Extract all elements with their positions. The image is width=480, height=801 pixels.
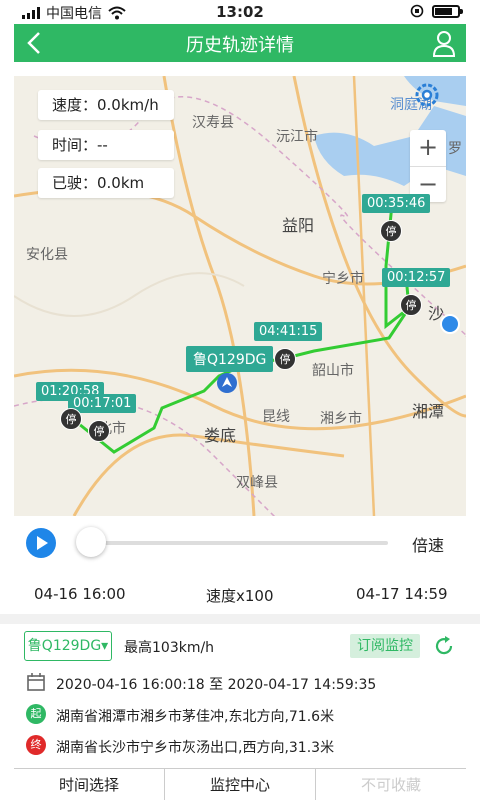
map-place-label: 宁乡市 <box>322 271 364 287</box>
map-place-label: 益阳 <box>282 216 315 235</box>
map-place-label: 韶山市 <box>312 363 354 379</box>
section-divider <box>0 614 480 624</box>
timeline-row: 04-16 16:00 速度x100 04-17 14:59 <box>0 580 480 610</box>
refresh-icon[interactable] <box>432 634 456 658</box>
zoom-control: + − <box>410 130 446 202</box>
nav-bar: 历史轨迹详情 <box>14 24 466 62</box>
map-place-label: 双峰县 <box>236 475 278 491</box>
tab-favorite-disabled: 不可收藏 <box>315 769 466 800</box>
stop-marker[interactable]: 停 <box>400 294 422 316</box>
map-place-label: 娄底 <box>204 426 237 445</box>
track-time-label: 04:41:15 <box>254 322 323 341</box>
stop-marker[interactable]: 停 <box>88 420 110 442</box>
orientation-lock-icon <box>410 4 424 18</box>
bottom-tab-bar: 时间选择 监控中心 不可收藏 <box>14 768 466 800</box>
page-title: 历史轨迹详情 <box>186 35 294 56</box>
vehicle-position-icon[interactable] <box>216 372 238 394</box>
playback-slider-track[interactable] <box>86 541 388 545</box>
status-bar: 中国电信 13:02 <box>0 0 480 24</box>
end-location-row: 终 湖南省长沙市宁乡市灰汤出口,西方向,31.3米 <box>0 732 480 760</box>
time-readout: 时间：-- <box>38 130 174 160</box>
max-speed: 最高103km/h <box>124 640 215 656</box>
date-range-row: 2020-04-16 16:00:18 至 2020-04-17 14:59:3… <box>0 669 480 697</box>
timeline-start: 04-16 16:00 <box>34 585 126 603</box>
vehicle-plate-label: 鲁Q129DG <box>186 346 274 372</box>
end-badge: 终 <box>26 735 46 755</box>
tab-monitor-center[interactable]: 监控中心 <box>164 769 315 800</box>
playback-bar: 倍速 <box>0 516 480 570</box>
start-badge: 起 <box>26 704 46 724</box>
map-place-label: 湘潭 <box>412 402 445 421</box>
map-place-label: 安化县 <box>26 247 68 263</box>
map-place-label: 沅江市 <box>276 129 318 145</box>
map-place-label: 湘乡市 <box>320 411 362 427</box>
gear-icon[interactable] <box>410 78 444 112</box>
map-place-label: 沙 <box>428 304 445 323</box>
clock: 13:02 <box>216 3 264 21</box>
calendar-icon <box>27 673 45 691</box>
start-location: 湖南省湘潭市湘乡市茅佳冲,东北方向,71.6米 <box>56 709 335 725</box>
vehicle-select[interactable]: 鲁Q129DG▾ <box>24 631 112 661</box>
distance-readout: 已驶：0.0km <box>38 168 174 198</box>
track-time-label: 00:35:46 <box>362 194 431 213</box>
date-range: 2020-04-16 16:00:18 至 2020-04-17 14:59:3… <box>56 677 377 693</box>
start-location-row: 起 湖南省湘潭市湘乡市茅佳冲,东北方向,71.6米 <box>0 701 480 729</box>
track-time-label: 00:12:57 <box>382 268 451 287</box>
timeline-speed: 速度x100 <box>206 587 274 605</box>
map-place-label: 昆线 <box>262 409 290 425</box>
user-icon[interactable] <box>430 28 458 58</box>
play-button[interactable] <box>26 528 56 558</box>
battery-icon <box>432 4 463 18</box>
map-place-label: 罗 <box>448 141 462 157</box>
speed-multiplier-button[interactable]: 倍速 <box>412 532 444 556</box>
map-place-label: 汉寿县 <box>192 115 234 131</box>
stop-marker[interactable]: 停 <box>380 220 402 242</box>
tab-time-select[interactable]: 时间选择 <box>14 769 164 800</box>
end-location: 湖南省长沙市宁乡市灰汤出口,西方向,31.3米 <box>56 740 335 756</box>
playback-slider-thumb[interactable] <box>76 527 106 557</box>
stop-marker[interactable]: 停 <box>60 408 82 430</box>
zoom-in-button[interactable]: + <box>410 130 446 166</box>
subscribe-monitor-button[interactable]: 订阅监控 <box>350 634 420 658</box>
speed-readout: 速度：0.0km/h <box>38 90 174 120</box>
stop-marker[interactable]: 停 <box>274 348 296 370</box>
map-view[interactable]: 汉寿县 沅江市 洞庭湖 罗 益阳 安化县 宁乡市 沙 韶山市 湘乡市 湘潭 娄底… <box>14 76 466 516</box>
vehicle-row: 鲁Q129DG▾ 最高103km/h 订阅监控 <box>0 628 480 664</box>
timeline-end: 04-17 14:59 <box>356 585 448 603</box>
